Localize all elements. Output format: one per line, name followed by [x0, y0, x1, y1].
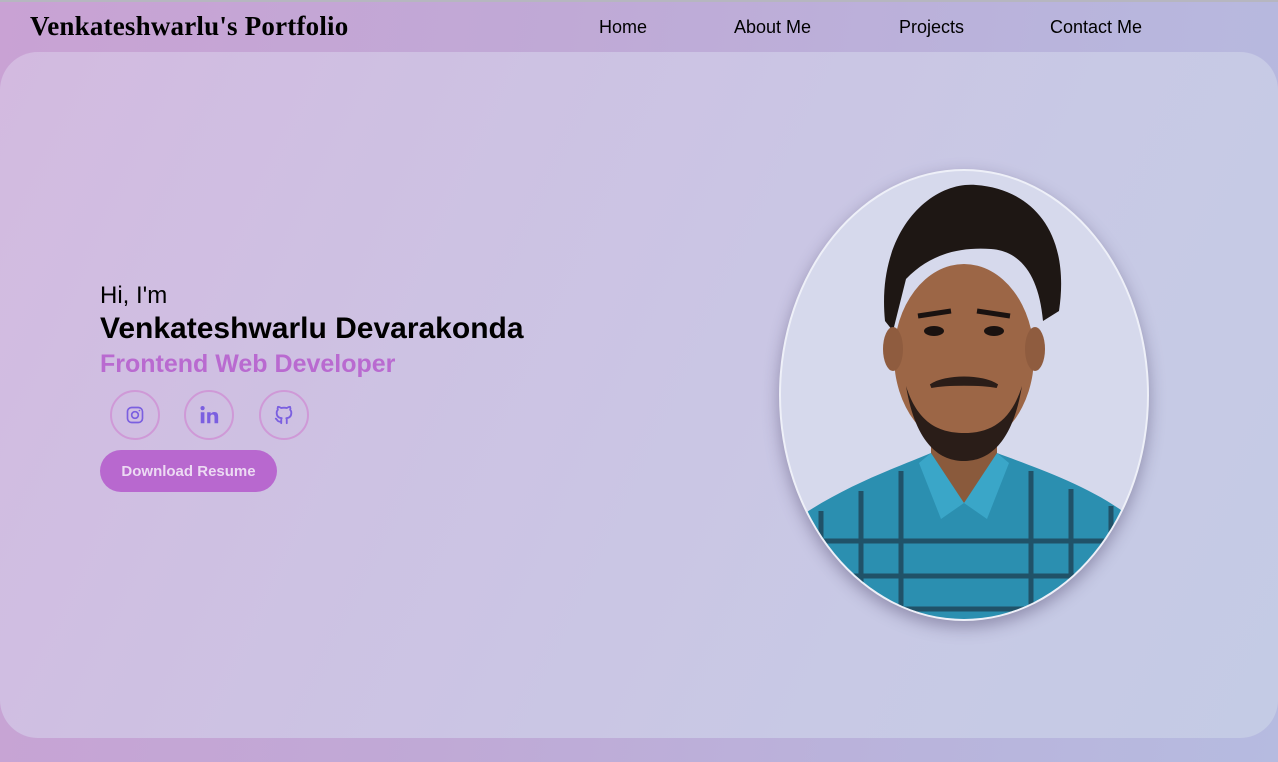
github-icon [274, 405, 293, 425]
nav-projects[interactable]: Projects [899, 17, 964, 38]
person-name: Venkateshwarlu Devarakonda [100, 312, 524, 345]
github-link[interactable] [259, 390, 309, 440]
top-navbar: Venkateshwarlu's Portfolio Home About Me… [0, 0, 1278, 52]
nav-contact-me[interactable]: Contact Me [1050, 17, 1142, 38]
nav-about-me[interactable]: About Me [734, 17, 811, 38]
download-resume-button[interactable]: Download Resume [100, 450, 277, 492]
job-title: Frontend Web Developer [100, 350, 396, 378]
greeting-text: Hi, I'm [100, 282, 168, 309]
instagram-link[interactable] [110, 390, 160, 440]
profile-photo [779, 169, 1149, 621]
linkedin-link[interactable] [184, 390, 234, 440]
linkedin-icon [200, 406, 219, 424]
instagram-icon [126, 406, 144, 424]
nav-home[interactable]: Home [599, 17, 647, 38]
site-brand: Venkateshwarlu's Portfolio [30, 11, 349, 41]
person-portrait-image [781, 184, 1147, 619]
